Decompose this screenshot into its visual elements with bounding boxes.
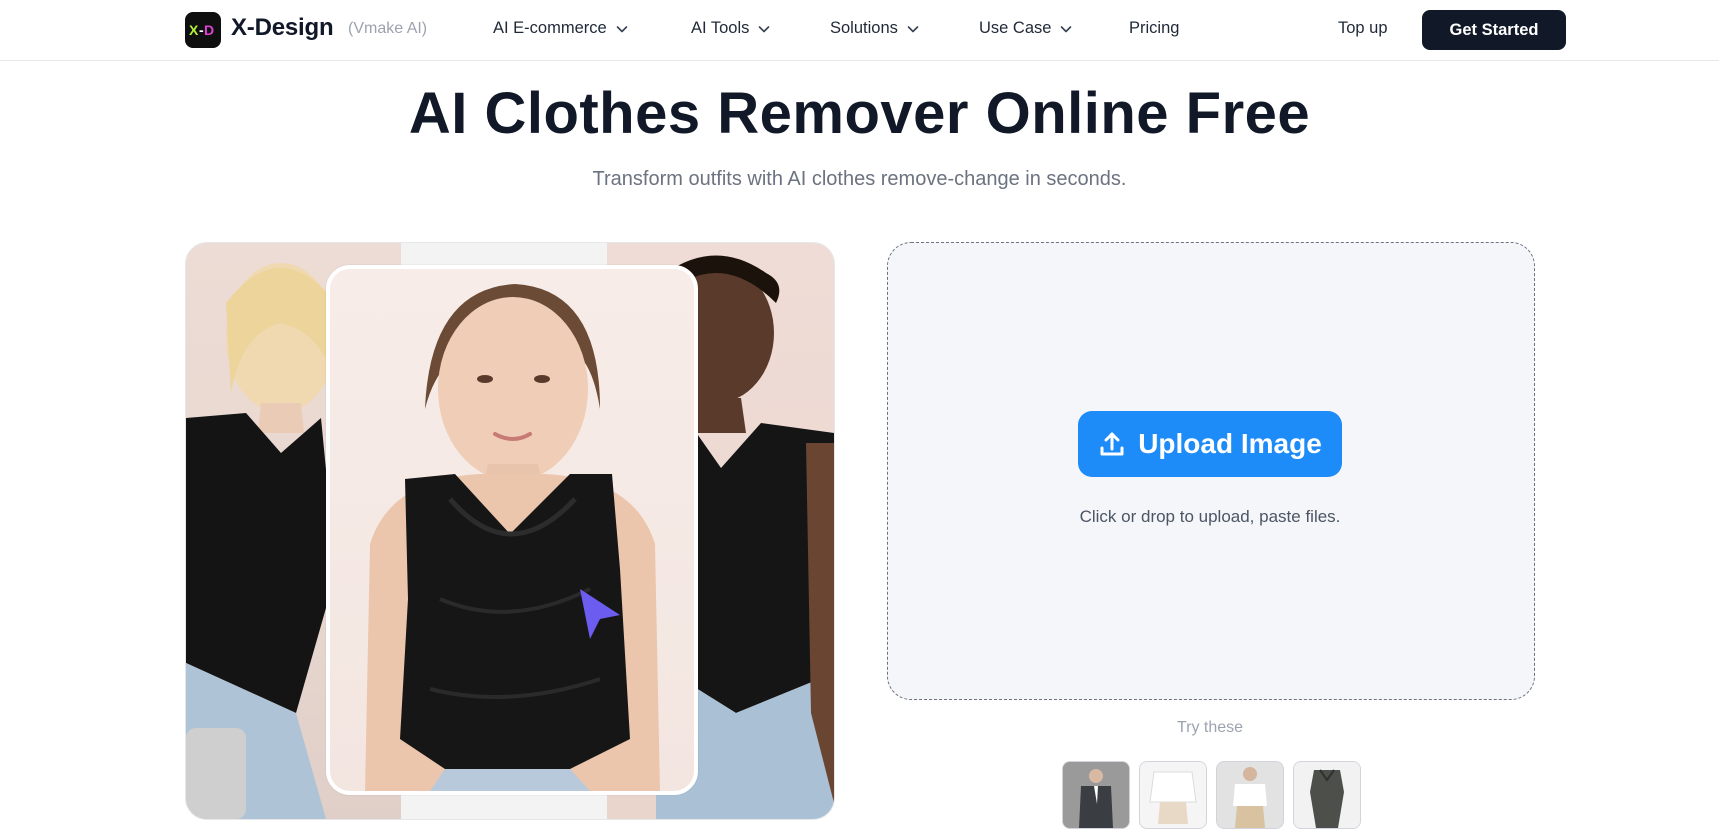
nav-item-solutions[interactable]: Solutions: [830, 19, 920, 38]
nav-item-ai-tools[interactable]: AI Tools: [691, 19, 771, 38]
top-navigation: X - D X-Design (Vmake AI) AI E-commerce …: [0, 0, 1719, 61]
top-up-link[interactable]: Top up: [1338, 19, 1388, 38]
nav-item-ai-ecommerce[interactable]: AI E-commerce: [493, 19, 629, 38]
nav-item-pricing[interactable]: Pricing: [1129, 19, 1179, 38]
try-these-label: Try these: [1176, 719, 1244, 736]
svg-text:X: X: [189, 22, 199, 38]
nav-item-label: Pricing: [1129, 19, 1180, 37]
sample-image-suit[interactable]: [1062, 761, 1130, 829]
cursor-pointer-icon: [580, 589, 620, 639]
nav-item-label: AI Tools: [691, 19, 750, 37]
brand-name[interactable]: X-Design: [231, 14, 334, 42]
nav-item-label: AI E-commerce: [493, 19, 607, 37]
hero-showcase-image: [185, 242, 835, 820]
sample-thumbnail-illustration: [1063, 762, 1129, 828]
chevron-down-icon: [616, 25, 627, 32]
chevron-down-icon: [1061, 25, 1072, 32]
get-started-button[interactable]: Get Started: [1422, 10, 1566, 50]
page-subtitle: Transform outfits with AI clothes remove…: [592, 168, 1127, 190]
page-title: AI Clothes Remover Online Free: [408, 81, 1311, 146]
sample-thumbnail-illustration: [1140, 762, 1206, 828]
nav-item-label: Use Case: [979, 19, 1052, 37]
x-d-logo-icon[interactable]: X - D: [185, 12, 221, 48]
brand-subtitle: (Vmake AI): [348, 20, 428, 37]
nav-item-label: Solutions: [830, 19, 898, 37]
svg-text:D: D: [204, 22, 214, 38]
upload-icon: [1100, 432, 1124, 456]
upload-image-label: Upload Image: [1138, 428, 1322, 459]
sample-thumbnail-illustration: [1294, 762, 1360, 828]
sample-image-white-shirt[interactable]: [1139, 761, 1207, 829]
sample-image-blouse[interactable]: [1216, 761, 1284, 829]
chevron-down-icon: [759, 25, 770, 32]
sample-image-dress[interactable]: [1293, 761, 1361, 829]
sample-thumbnail-illustration: [1217, 762, 1283, 828]
nav-item-use-case[interactable]: Use Case: [979, 19, 1073, 38]
upload-hint: Click or drop to upload, paste files.: [1079, 507, 1341, 526]
featured-model-card: [326, 265, 698, 795]
chevron-down-icon: [907, 25, 919, 32]
upload-image-button[interactable]: Upload Image: [1078, 411, 1342, 477]
featured-model-illustration: [365, 284, 660, 791]
